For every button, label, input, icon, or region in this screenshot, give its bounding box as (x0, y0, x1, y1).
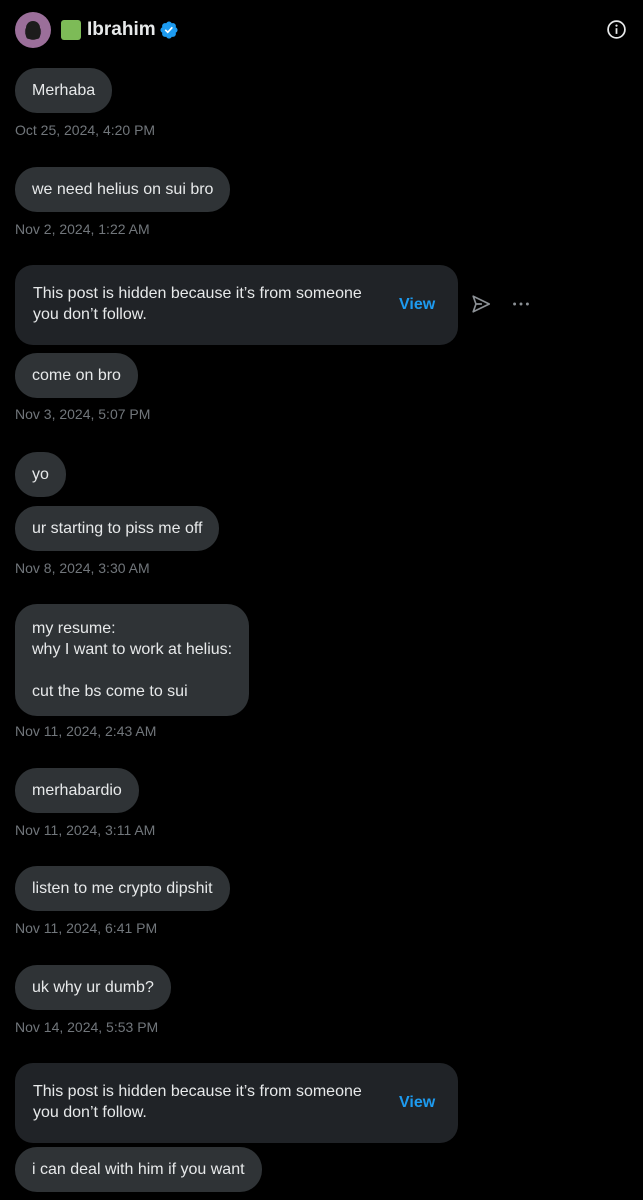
more-options-icon[interactable] (510, 293, 532, 315)
message-bubble[interactable]: i can deal with him if you want (15, 1147, 262, 1192)
message-bubble[interactable]: we need helius on sui bro (15, 167, 231, 212)
verified-badge-icon (160, 21, 178, 39)
avatar-figure (26, 21, 40, 39)
message-bubble[interactable]: ur starting to piss me off (15, 506, 220, 551)
message-timestamp: Nov 11, 2024, 3:11 AM (15, 822, 156, 838)
message-timestamp: Nov 3, 2024, 5:07 PM (15, 406, 151, 422)
message-timestamp: Nov 11, 2024, 2:43 AM (15, 723, 157, 739)
message-bubble[interactable]: merhabardio (15, 768, 139, 813)
message-bubble[interactable]: uk why ur dumb? (15, 965, 171, 1010)
conversation-header: Ibrahim (0, 0, 643, 60)
message-bubble[interactable]: come on bro (15, 353, 138, 398)
message-timestamp: Nov 8, 2024, 3:30 AM (15, 560, 150, 576)
message-timestamp: Oct 25, 2024, 4:20 PM (15, 122, 156, 138)
message-timestamp: Nov 11, 2024, 6:41 PM (15, 920, 158, 936)
message-bubble[interactable]: Merhaba (15, 68, 113, 113)
avatar[interactable] (15, 12, 51, 48)
hidden-post-card: This post is hidden because it’s from so… (15, 1063, 458, 1143)
message-bubble[interactable]: listen to me crypto dipshit (15, 866, 230, 911)
info-icon[interactable] (606, 19, 627, 40)
send-icon[interactable] (470, 293, 492, 315)
message-timestamp: Nov 14, 2024, 5:53 PM (15, 1019, 159, 1035)
contact-name[interactable]: Ibrahim (87, 18, 156, 42)
message-bubble[interactable]: yo (15, 452, 66, 497)
message-timestamp: Nov 2, 2024, 1:22 AM (15, 221, 150, 237)
view-hidden-post-button[interactable]: View (399, 1092, 435, 1113)
view-hidden-post-button[interactable]: View (399, 294, 435, 315)
hidden-post-notice: This post is hidden because it’s from so… (33, 285, 362, 323)
hidden-post-card: This post is hidden because it’s from so… (15, 265, 458, 345)
hidden-post-notice: This post is hidden because it’s from so… (33, 1083, 362, 1121)
green-square-emoji-icon (61, 20, 81, 40)
message-bubble[interactable]: my resume: why I want to work at helius:… (15, 604, 250, 716)
